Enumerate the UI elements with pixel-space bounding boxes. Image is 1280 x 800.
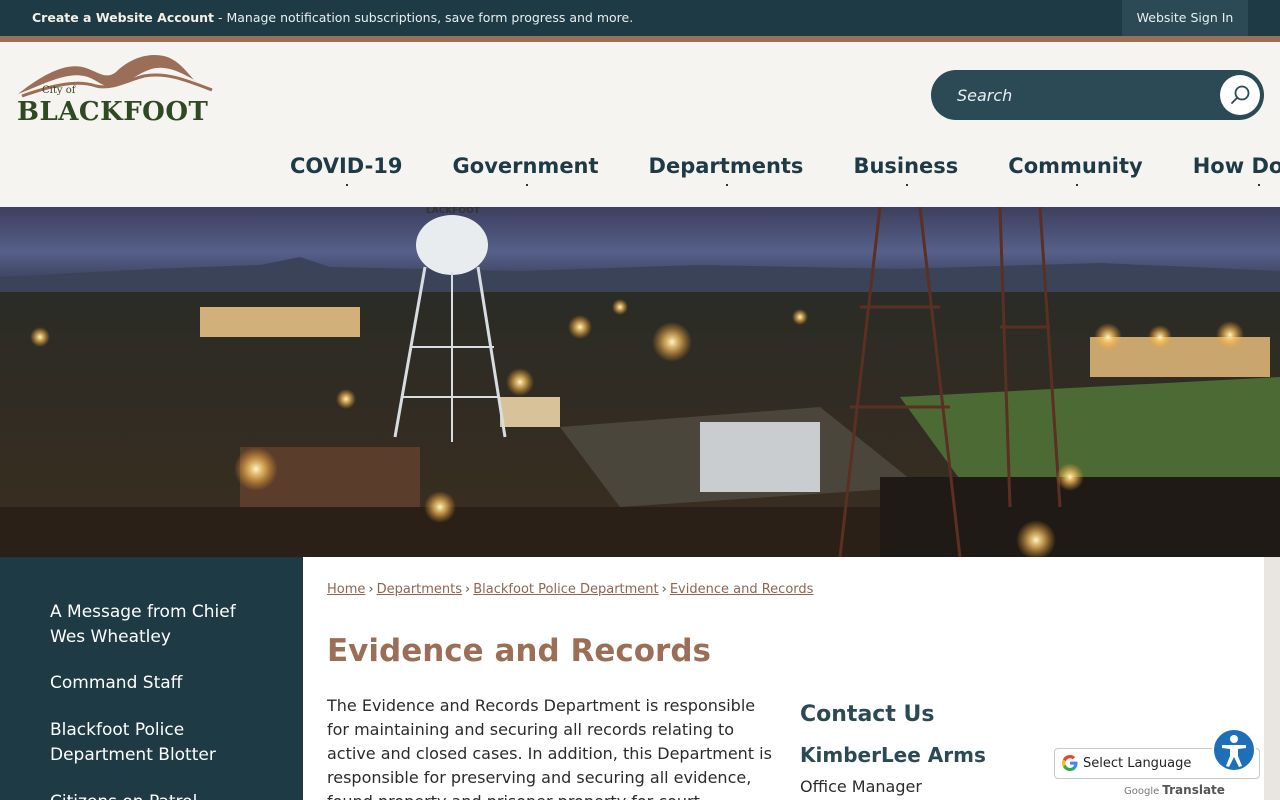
water-tower-text: LACKFOOT — [426, 207, 481, 216]
breadcrumb-separator: › — [661, 582, 667, 597]
breadcrumb: Home › Departments › Blackfoot Police Depart… — [327, 582, 813, 597]
powered-by-google: Google Translate — [1124, 783, 1225, 797]
breadcrumb-home[interactable]: Home — [327, 582, 365, 597]
nav-covid-19[interactable]: COVID-19 — [290, 154, 403, 186]
google-g-icon — [1062, 755, 1078, 771]
sidebar-nav: A Message from Chief Wes Wheatley Comman… — [0, 557, 303, 800]
search-icon — [1231, 85, 1250, 104]
sign-in-button[interactable]: Website Sign In — [1122, 0, 1248, 36]
body-paragraph: The Evidence and Records Department is r… — [327, 696, 772, 800]
google-wordmark: Google — [1124, 786, 1160, 797]
contact-name: KimberLee Arms — [800, 743, 986, 767]
logo-name-text: BLACKFOOT — [17, 97, 209, 127]
accessibility-icon — [1222, 735, 1246, 767]
nav-government[interactable]: Government — [453, 154, 599, 186]
account-message: Create a Website Account - Manage notifi… — [32, 10, 633, 25]
sidebar-item-message-from-chief[interactable]: A Message from Chief Wes Wheatley — [50, 600, 270, 650]
select-language-label: Select Language — [1083, 756, 1192, 771]
hero-image: LACKFOOT — [0, 207, 1280, 557]
main-nav: COVID-19 Government Departments Business Com… — [264, 154, 1280, 190]
page-scrollbar[interactable] — [1264, 557, 1280, 800]
page-title: Evidence and Records — [327, 633, 711, 669]
search-input[interactable] — [957, 83, 1207, 107]
logo-city-text: City of — [42, 85, 76, 96]
contact-role: Office Manager — [800, 777, 922, 796]
breadcrumb-separator: › — [368, 582, 374, 597]
nav-departments[interactable]: Departments — [649, 154, 803, 186]
sidebar-item-blotter[interactable]: Blackfoot Police Department Blotter — [50, 718, 270, 768]
sidebar-item-citizens-on-patrol[interactable]: Citizens on Patrol — [50, 790, 270, 800]
top-bar: Create a Website Account - Manage notifi… — [0, 0, 1280, 36]
nav-business[interactable]: Business — [853, 154, 958, 186]
city-logo[interactable]: City of BLACKFOOT — [16, 50, 218, 127]
contact-heading: Contact Us — [800, 702, 935, 727]
nav-community[interactable]: Community — [1008, 154, 1143, 186]
sidebar-item-command-staff[interactable]: Command Staff — [50, 671, 270, 696]
account-message-text: - Manage notification subscriptions, sav… — [214, 10, 634, 25]
search-bar — [931, 70, 1264, 120]
translate-link[interactable]: Translate — [1162, 783, 1225, 797]
search-button[interactable] — [1220, 75, 1260, 115]
accessibility-button[interactable] — [1212, 728, 1256, 772]
breadcrumb-police-department[interactable]: Blackfoot Police Department — [473, 582, 658, 597]
nav-how-do-i[interactable]: How Do I... — [1193, 154, 1280, 186]
breadcrumb-separator: › — [465, 582, 471, 597]
town-night-photo: LACKFOOT — [0, 207, 1280, 557]
breadcrumb-evidence-records[interactable]: Evidence and Records — [670, 582, 814, 597]
site-header: City of BLACKFOOT COVID-19 Government Depa… — [0, 42, 1280, 207]
breadcrumb-departments[interactable]: Departments — [377, 582, 462, 597]
create-account-link[interactable]: Create a Website Account — [32, 10, 214, 25]
